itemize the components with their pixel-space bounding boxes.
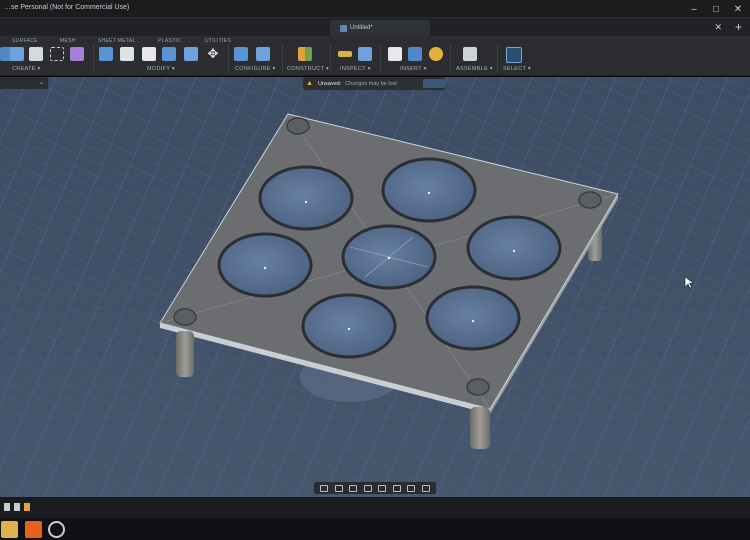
separator: [450, 44, 451, 72]
unsaved-notification: ▲ Unsaved: Changes may be lost: [303, 77, 445, 90]
fit-icon[interactable]: [378, 484, 387, 492]
document-tab[interactable]: Untitled*: [330, 20, 430, 36]
move-icon[interactable]: ✥: [206, 47, 220, 61]
insert-mesh-icon[interactable]: [429, 47, 443, 61]
look-at-icon[interactable]: [334, 484, 343, 492]
offset-face-icon[interactable]: [184, 47, 198, 61]
group-assemble[interactable]: ASSEMBLE ▾: [456, 66, 493, 72]
tab-close-icon[interactable]: ✕: [714, 22, 722, 33]
pocket-mid-left[interactable]: [217, 232, 313, 298]
form-icon[interactable]: [70, 47, 84, 61]
group-inspect[interactable]: INSPECT ▾: [340, 66, 371, 72]
configure-icon[interactable]: [234, 47, 248, 61]
os-taskbar: [0, 517, 750, 540]
group-insert[interactable]: INSERT ▾: [400, 66, 427, 72]
pocket-center[interactable]: [341, 224, 437, 290]
warning-icon: ▲: [306, 79, 313, 87]
corner-hole[interactable]: [578, 191, 602, 209]
timeline-start-icon[interactable]: [4, 503, 10, 511]
app-title: …se Personal (Not for Commercial Use): [4, 4, 130, 11]
group-select[interactable]: SELECT ▾: [503, 66, 531, 72]
leg-front[interactable]: [470, 407, 490, 449]
orbit-icon[interactable]: [320, 484, 329, 492]
new-component-icon[interactable]: [463, 47, 477, 61]
pocket-mid-right[interactable]: [466, 215, 562, 281]
timeline-marker-icon[interactable]: [24, 503, 30, 511]
grid-settings-icon[interactable]: [407, 484, 416, 492]
separator: [497, 44, 498, 72]
pocket-top-left[interactable]: [258, 165, 354, 231]
browser-app-icon[interactable]: [48, 521, 65, 538]
notice-title: Unsaved:: [318, 80, 342, 87]
document-tab-bar: Untitled* ✕ +: [0, 18, 750, 36]
section-analysis-icon[interactable]: [358, 47, 372, 61]
separator: [330, 44, 331, 72]
save-now-button[interactable]: [423, 79, 445, 88]
separator: [93, 44, 94, 72]
tab-plastic[interactable]: PLASTIC: [158, 38, 181, 44]
file-explorer-icon[interactable]: [1, 521, 18, 538]
new-tab-icon[interactable]: +: [735, 20, 742, 34]
parameters-icon[interactable]: [256, 47, 270, 61]
pocket-bottom-left[interactable]: [301, 293, 397, 359]
pocket-bottom-right[interactable]: [425, 285, 521, 351]
corner-hole[interactable]: [286, 117, 310, 135]
navigation-bar: [314, 482, 436, 494]
close-icon[interactable]: ✕: [732, 3, 744, 15]
revolve-icon[interactable]: [29, 47, 43, 61]
group-modify[interactable]: MODIFY ▾: [147, 66, 175, 72]
group-configure[interactable]: CONFIGURE ▾: [235, 66, 276, 72]
select-icon[interactable]: [506, 47, 522, 63]
group-construct[interactable]: CONSTRUCT ▾: [287, 66, 329, 72]
ribbon-toolbar: SURFACE MESH SHEET METAL PLASTIC UTILITI…: [0, 36, 750, 76]
shell-icon[interactable]: [142, 47, 156, 61]
pan-icon[interactable]: [349, 484, 358, 492]
minimize-icon[interactable]: –: [688, 3, 700, 15]
3d-viewport[interactable]: [0, 77, 750, 497]
fusion-app-icon[interactable]: [25, 521, 42, 538]
group-create[interactable]: CREATE ▾: [12, 66, 41, 72]
leg-front-left[interactable]: [176, 331, 194, 377]
insert-derive-icon[interactable]: [388, 47, 402, 61]
chevron-down-icon[interactable]: ⌄: [39, 79, 44, 86]
tab-surface[interactable]: SURFACE: [12, 38, 38, 44]
extrude-icon[interactable]: [10, 47, 24, 61]
tab-mesh[interactable]: MESH: [60, 38, 76, 44]
timeline-play-icon[interactable]: [14, 503, 20, 511]
combine-icon[interactable]: [162, 47, 176, 61]
zoom-icon[interactable]: [363, 484, 372, 492]
separator: [282, 44, 283, 72]
tab-sheet-metal[interactable]: SHEET METAL: [98, 38, 136, 44]
viewports-icon[interactable]: [421, 484, 430, 492]
offset-plane-icon[interactable]: [298, 47, 312, 61]
press-pull-icon[interactable]: [99, 47, 113, 61]
window-controls: – □ ✕: [688, 3, 744, 15]
document-tab-label: Untitled*: [350, 25, 373, 31]
display-settings-icon[interactable]: [392, 484, 401, 492]
corner-hole[interactable]: [173, 308, 197, 326]
box-select-icon[interactable]: [50, 47, 64, 61]
title-bar: …se Personal (Not for Commercial Use) – …: [0, 0, 750, 18]
separator: [228, 44, 229, 72]
browser-panel-header[interactable]: ⌄: [0, 77, 48, 89]
fillet-icon[interactable]: [120, 47, 134, 61]
timeline-bar: [0, 497, 750, 517]
notice-message: Changes may be lost: [345, 80, 397, 87]
insert-canvas-icon[interactable]: [408, 47, 422, 61]
maximize-icon[interactable]: □: [710, 3, 722, 15]
measure-icon[interactable]: [338, 51, 352, 57]
document-icon: [340, 24, 347, 32]
separator: [380, 44, 381, 72]
pocket-top-right[interactable]: [381, 157, 477, 223]
corner-hole[interactable]: [466, 378, 490, 396]
